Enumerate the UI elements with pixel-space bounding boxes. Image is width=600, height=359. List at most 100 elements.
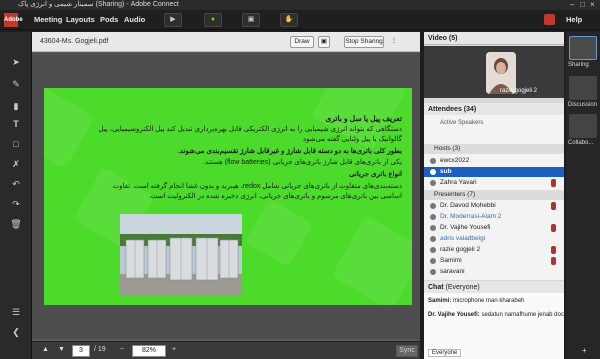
slide-text-line: گالوانیک یا پیل ولتایی گفته می‌شود (302, 136, 402, 143)
attendee-name: Dr. Vajihe Yousefi (440, 224, 491, 231)
zoom-in-icon[interactable]: + (172, 346, 176, 353)
attendee-name: adris valadbeigi (440, 235, 486, 242)
attendee-row[interactable]: Zahra Yavari (424, 178, 564, 188)
layout-label: Sharing (568, 62, 589, 68)
user-icon (430, 180, 436, 186)
video-pod-count: (5) (448, 35, 458, 42)
attendee-name: saravani (440, 268, 465, 275)
microphone-button[interactable]: ● (204, 13, 222, 27)
user-icon (430, 214, 436, 220)
hosts-section-header[interactable]: Hosts (3) (424, 144, 564, 154)
video-pod-header: Video (5) (424, 32, 564, 45)
attendee-row[interactable]: Dr. Moderrasi-Alam 2 (424, 212, 564, 222)
layout-thumb-discussion[interactable] (569, 76, 597, 100)
eraser-icon[interactable]: ✗ (10, 158, 22, 170)
active-speakers-label: Active Speakers (440, 120, 484, 126)
close-icon[interactable]: × (590, 0, 595, 10)
slide-subheading: انواع باتری جریانی (349, 171, 402, 178)
draw-button[interactable]: Draw (290, 36, 314, 48)
slide-text-line: یکی از باتری‌های قابل شارژ باتری‌های جری… (202, 159, 402, 166)
attendee-name: Zahra Yavari (440, 179, 477, 186)
chat-sender: Dr. Vajihe Yousefi: (428, 312, 480, 318)
attendee-name: razie gogjeli 2 (440, 246, 481, 253)
user-icon (430, 247, 436, 253)
camera-button[interactable]: ▣ (242, 13, 260, 27)
presenters-section-header[interactable]: Presenters (7) (424, 190, 564, 200)
redo-icon[interactable]: ↷ (10, 198, 22, 210)
previous-page-icon[interactable]: ▲ (42, 346, 49, 353)
shape-tool-icon[interactable]: □ (10, 138, 22, 150)
stop-sharing-button[interactable]: Stop Sharing (344, 36, 384, 48)
attendee-row[interactable]: ewcx2022 (424, 156, 564, 166)
slide-text-line: اساسی بین باتری‌های مرسوم و باتری‌های جر… (148, 193, 402, 200)
slide-text-line: دسته‌بندی‌های متفاوت از باتری‌های جریانی… (112, 183, 402, 190)
attendee-name: Dr. Moderrasi-Alam 2 (440, 213, 502, 220)
fullscreen-icon[interactable]: ▣ (318, 36, 330, 48)
pointer-icon[interactable]: ➤ (10, 56, 22, 68)
user-icon (430, 236, 436, 242)
chat-tab-everyone[interactable]: Everyone (428, 349, 462, 357)
chat-sender: Samimi: (428, 298, 452, 304)
layers-icon[interactable]: ☰ (10, 306, 22, 318)
text-tool-icon[interactable]: T (10, 118, 22, 130)
menu-pods[interactable]: Pods (100, 15, 118, 24)
share-pod-header: 43604-Ms. Gogjeli.pdf Draw ▣ Stop Sharin… (32, 32, 420, 52)
zoom-select[interactable]: 82% (132, 345, 166, 357)
zoom-out-icon[interactable]: − (120, 346, 124, 353)
layout-label: Collabo... (568, 140, 594, 146)
slide-text-line: دستگاهی که بتواند انرژی شیمیایی را به ان… (98, 126, 402, 133)
undo-icon[interactable]: ↶ (10, 178, 22, 190)
layout-thumb-sharing[interactable] (569, 36, 597, 60)
highlighter-icon[interactable]: ▮ (10, 100, 22, 112)
menu-help[interactable]: Help (566, 15, 582, 24)
attendee-row[interactable]: Dr. Davod Mohebbi (424, 201, 564, 211)
menu-audio[interactable]: Audio (124, 15, 145, 24)
trash-icon[interactable]: 🗑 (10, 218, 22, 230)
attendee-row[interactable]: Dr. Vajihe Yousefi (424, 223, 564, 233)
video-presenter-label: razie gogjeli 2 (500, 88, 538, 94)
speaker-button[interactable]: ▶ (164, 13, 182, 27)
maximize-icon[interactable]: □ (580, 0, 585, 10)
page-number-input[interactable]: 3 (72, 345, 90, 357)
chat-pod-title: Chat (428, 284, 444, 291)
menu-meeting[interactable]: Meeting (34, 15, 62, 24)
menu-layouts[interactable]: Layouts (66, 15, 95, 24)
attendee-row[interactable]: adris valadbeigi (424, 234, 564, 244)
pod-options-icon[interactable]: ⋮ (388, 36, 400, 48)
next-page-icon[interactable]: ▼ (58, 346, 65, 353)
slide-text-line: بطور کلی باتری‌ها به دو دسته قابل شارژ و… (177, 148, 402, 155)
active-speakers-row: Active Speakers (424, 118, 564, 128)
user-icon (430, 203, 436, 209)
record-icon[interactable] (544, 14, 555, 25)
attendee-name: ewcx2022 (440, 157, 470, 164)
pencil-icon[interactable]: ✎ (10, 78, 22, 90)
chat-text: sedatun namafhume jenab doctor (481, 312, 571, 318)
microphone-icon (551, 224, 556, 232)
window-titlebar: سمینار شیمی و انرژی پاک (Sharing) - Adob… (0, 0, 600, 10)
window-title: سمینار شیمی و انرژی پاک (Sharing) - Adob… (18, 1, 179, 8)
attendees-pod-count: (34) (463, 106, 477, 113)
raise-hand-button[interactable]: ✋ (280, 13, 298, 27)
document-navigation-bar: ▲ ▼ 3 / 19 − 82% + Sync (32, 341, 420, 359)
sync-button[interactable]: Sync (396, 345, 418, 357)
attendee-name: Samimi (440, 257, 462, 264)
attendees-pod-title: Attendees (428, 106, 462, 113)
document-filename: 43604-Ms. Gogjeli.pdf (40, 38, 109, 45)
microphone-icon (551, 257, 556, 265)
attendee-name: Dr. Davod Mohebbi (440, 202, 496, 209)
chat-text: microphone man kharabeh (453, 298, 525, 304)
attendee-row[interactable]: saravani (424, 267, 564, 277)
chat-message: Samimi: microphone man kharabeh (428, 298, 524, 304)
adobe-logo: Adobe (4, 13, 23, 27)
add-layout-icon[interactable]: + (582, 346, 587, 355)
attendee-row[interactable]: Samimi (424, 256, 564, 266)
user-icon (430, 158, 436, 164)
collapse-toolbar-icon[interactable]: ❮ (10, 326, 22, 338)
minimize-icon[interactable]: – (570, 0, 574, 10)
page-total: / 19 (94, 346, 106, 353)
user-icon (430, 258, 436, 264)
attendee-row-selected[interactable]: sub (424, 167, 564, 177)
layout-label: Discussion (568, 102, 598, 108)
layout-thumb-collaboration[interactable] (569, 114, 597, 138)
attendee-row[interactable]: razie gogjeli 2 (424, 245, 564, 255)
